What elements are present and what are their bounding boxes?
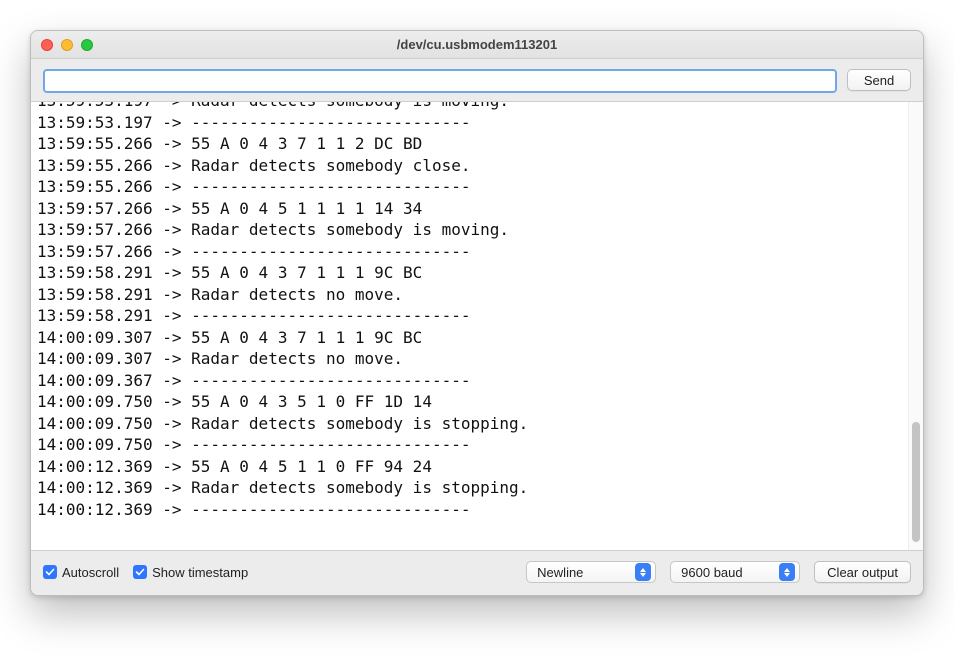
close-icon[interactable] — [41, 39, 53, 51]
updown-icon — [779, 563, 795, 581]
serial-input[interactable] — [43, 69, 837, 93]
autoscroll-label: Autoscroll — [62, 565, 119, 580]
output-area: 13:59:53.197 -> Radar detects somebody i… — [31, 101, 923, 551]
checkmark-icon — [43, 565, 57, 579]
serial-monitor-window: /dev/cu.usbmodem113201 Send 13:59:53.197… — [30, 30, 924, 596]
maximize-icon[interactable] — [81, 39, 93, 51]
scrollbar[interactable] — [908, 102, 923, 550]
updown-icon — [635, 563, 651, 581]
minimize-icon[interactable] — [61, 39, 73, 51]
window-title: /dev/cu.usbmodem113201 — [31, 37, 923, 52]
line-ending-value: Newline — [537, 565, 627, 580]
show-timestamp-label: Show timestamp — [152, 565, 248, 580]
clear-output-button[interactable]: Clear output — [814, 561, 911, 583]
baud-select[interactable]: 9600 baud — [670, 561, 800, 583]
autoscroll-checkbox[interactable]: Autoscroll — [43, 565, 119, 580]
scrollbar-thumb[interactable] — [912, 422, 920, 542]
checkmark-icon — [133, 565, 147, 579]
send-toolbar: Send — [31, 59, 923, 101]
titlebar: /dev/cu.usbmodem113201 — [31, 31, 923, 59]
traffic-lights — [31, 39, 93, 51]
serial-output[interactable]: 13:59:53.197 -> Radar detects somebody i… — [31, 101, 908, 550]
show-timestamp-checkbox[interactable]: Show timestamp — [133, 565, 248, 580]
footer: Autoscroll Show timestamp Newline 9600 b… — [31, 551, 923, 595]
send-button[interactable]: Send — [847, 69, 911, 91]
line-ending-select[interactable]: Newline — [526, 561, 656, 583]
baud-value: 9600 baud — [681, 565, 771, 580]
